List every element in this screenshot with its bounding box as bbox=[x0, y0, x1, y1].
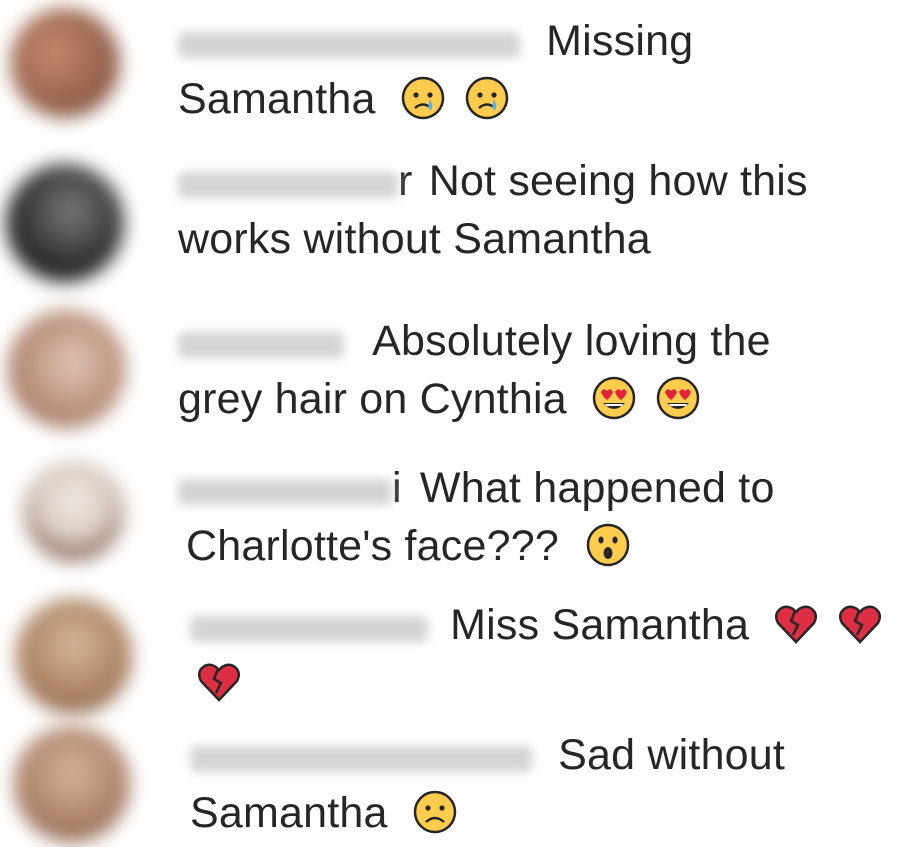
comment-text: Samantha bbox=[178, 75, 376, 123]
comment-text: Absolutely loving the bbox=[372, 317, 771, 365]
comment-text: Sad without bbox=[558, 731, 786, 779]
username[interactable] bbox=[178, 12, 520, 70]
username[interactable] bbox=[190, 726, 532, 784]
comment-text: Not seeing how this bbox=[428, 157, 808, 205]
username-tail: r bbox=[398, 157, 413, 205]
username[interactable] bbox=[178, 459, 392, 517]
comment-text: grey hair on Cynthia bbox=[178, 375, 567, 423]
comment-text: What happened to bbox=[419, 464, 775, 512]
comment-item: Sad without Samantha bbox=[0, 720, 900, 847]
username[interactable] bbox=[190, 596, 428, 654]
comment-item: Missing Samantha bbox=[0, 0, 900, 140]
comment-text: Miss Samantha bbox=[450, 601, 750, 649]
avatar[interactable] bbox=[10, 8, 120, 118]
avatar[interactable] bbox=[14, 726, 130, 842]
comment-item: Absolutely loving the grey hair on Cynth… bbox=[0, 300, 900, 445]
broken-heart-icon bbox=[773, 601, 819, 647]
avatar[interactable] bbox=[16, 598, 132, 714]
heart-eyes-icon bbox=[591, 375, 637, 421]
avatar[interactable] bbox=[6, 164, 124, 282]
username-tail: i bbox=[392, 464, 402, 512]
frowning-face-icon bbox=[412, 789, 458, 835]
crying-face-icon bbox=[464, 75, 510, 121]
surprised-face-icon bbox=[585, 522, 631, 568]
username[interactable] bbox=[178, 312, 344, 370]
username[interactable] bbox=[178, 152, 398, 210]
comment-item: r Not seeing how this works without Sama… bbox=[0, 140, 900, 285]
comment-text: Missing bbox=[546, 17, 694, 65]
avatar[interactable] bbox=[8, 310, 126, 428]
broken-heart-icon bbox=[196, 659, 242, 705]
comment-text: Charlotte's face??? bbox=[186, 522, 559, 570]
comment-item: Miss Samantha bbox=[0, 590, 900, 720]
comment-item: i What happened to Charlotte's face??? bbox=[0, 455, 900, 590]
comment-text: Samantha bbox=[190, 789, 388, 837]
comment-text: works without Samantha bbox=[178, 215, 651, 263]
avatar[interactable] bbox=[24, 461, 124, 561]
crying-face-icon bbox=[400, 75, 446, 121]
broken-heart-icon bbox=[837, 601, 883, 647]
heart-eyes-icon bbox=[655, 375, 701, 421]
